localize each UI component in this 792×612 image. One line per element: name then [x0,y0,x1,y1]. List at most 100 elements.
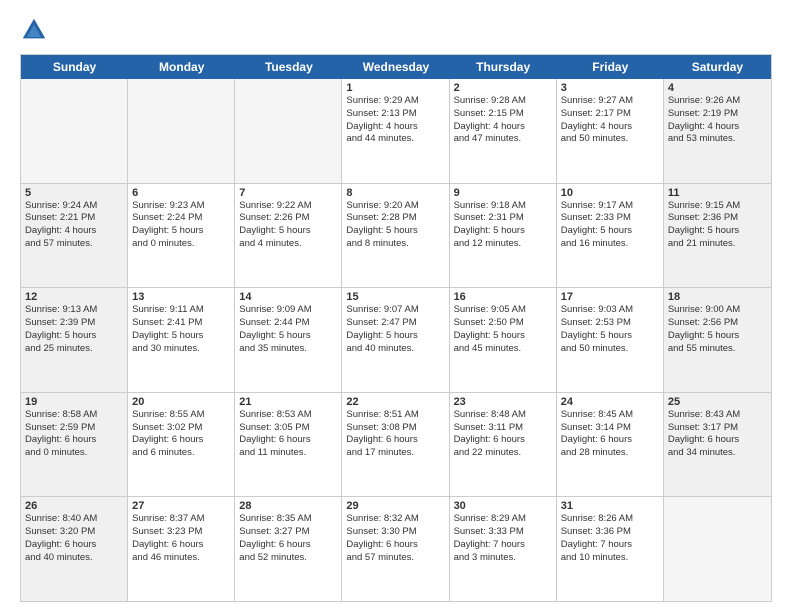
calendar-row-0: 1Sunrise: 9:29 AMSunset: 2:13 PMDaylight… [21,79,771,184]
calendar-cell-3-1: 20Sunrise: 8:55 AMSunset: 3:02 PMDayligh… [128,393,235,497]
logo-icon [20,16,48,44]
cell-line-2: Daylight: 4 hours [454,121,525,132]
cell-line-1: Sunset: 3:33 PM [454,526,524,537]
cell-line-3: and 40 minutes. [346,343,414,354]
cell-line-0: Sunrise: 8:55 AM [132,409,204,420]
cell-line-3: and 28 minutes. [561,447,629,458]
cell-line-1: Sunset: 2:44 PM [239,317,309,328]
cell-line-1: Sunset: 2:28 PM [346,212,416,223]
cell-line-1: Sunset: 2:13 PM [346,108,416,119]
cell-line-0: Sunrise: 9:13 AM [25,304,97,315]
cell-line-3: and 57 minutes. [346,552,414,563]
cell-line-0: Sunrise: 8:43 AM [668,409,740,420]
cell-content: Sunrise: 9:00 AMSunset: 2:56 PMDaylight:… [668,304,767,355]
day-number: 5 [25,187,123,199]
calendar-cell-0-1 [128,79,235,183]
cell-line-1: Sunset: 2:56 PM [668,317,738,328]
cell-line-0: Sunrise: 9:20 AM [346,200,418,211]
cell-line-1: Sunset: 3:23 PM [132,526,202,537]
logo [20,16,52,44]
cell-line-2: Daylight: 6 hours [239,539,310,550]
weekday-header-thursday: Thursday [450,55,557,79]
cell-line-3: and 50 minutes. [561,343,629,354]
cell-line-0: Sunrise: 9:24 AM [25,200,97,211]
cell-line-0: Sunrise: 9:27 AM [561,95,633,106]
day-number: 31 [561,500,659,512]
cell-line-0: Sunrise: 9:26 AM [668,95,740,106]
cell-line-1: Sunset: 2:19 PM [668,108,738,119]
cell-line-3: and 6 minutes. [132,447,194,458]
day-number: 24 [561,396,659,408]
day-number: 18 [668,291,767,303]
calendar-cell-0-6: 4Sunrise: 9:26 AMSunset: 2:19 PMDaylight… [664,79,771,183]
cell-line-3: and 22 minutes. [454,447,522,458]
calendar-cell-3-0: 19Sunrise: 8:58 AMSunset: 2:59 PMDayligh… [21,393,128,497]
cell-line-1: Sunset: 2:41 PM [132,317,202,328]
cell-line-0: Sunrise: 8:26 AM [561,513,633,524]
cell-content: Sunrise: 8:51 AMSunset: 3:08 PMDaylight:… [346,409,444,460]
cell-content: Sunrise: 8:29 AMSunset: 3:33 PMDaylight:… [454,513,552,564]
day-number: 26 [25,500,123,512]
calendar-cell-4-4: 30Sunrise: 8:29 AMSunset: 3:33 PMDayligh… [450,497,557,601]
cell-line-2: Daylight: 4 hours [668,121,739,132]
cell-content: Sunrise: 8:32 AMSunset: 3:30 PMDaylight:… [346,513,444,564]
cell-line-3: and 53 minutes. [668,133,736,144]
cell-content: Sunrise: 9:29 AMSunset: 2:13 PMDaylight:… [346,95,444,146]
calendar-cell-1-5: 10Sunrise: 9:17 AMSunset: 2:33 PMDayligh… [557,184,664,288]
day-number: 6 [132,187,230,199]
cell-line-2: Daylight: 4 hours [561,121,632,132]
calendar-cell-3-6: 25Sunrise: 8:43 AMSunset: 3:17 PMDayligh… [664,393,771,497]
cell-line-2: Daylight: 6 hours [132,539,203,550]
cell-content: Sunrise: 9:20 AMSunset: 2:28 PMDaylight:… [346,200,444,251]
day-number: 16 [454,291,552,303]
calendar: SundayMondayTuesdayWednesdayThursdayFrid… [20,54,772,602]
cell-content: Sunrise: 8:40 AMSunset: 3:20 PMDaylight:… [25,513,123,564]
cell-line-2: Daylight: 7 hours [561,539,632,550]
calendar-cell-4-3: 29Sunrise: 8:32 AMSunset: 3:30 PMDayligh… [342,497,449,601]
day-number: 17 [561,291,659,303]
day-number: 21 [239,396,337,408]
calendar-row-1: 5Sunrise: 9:24 AMSunset: 2:21 PMDaylight… [21,184,771,289]
cell-line-0: Sunrise: 8:48 AM [454,409,526,420]
cell-line-3: and 45 minutes. [454,343,522,354]
cell-line-2: Daylight: 5 hours [25,330,96,341]
cell-line-3: and 55 minutes. [668,343,736,354]
calendar-cell-2-5: 17Sunrise: 9:03 AMSunset: 2:53 PMDayligh… [557,288,664,392]
cell-content: Sunrise: 8:55 AMSunset: 3:02 PMDaylight:… [132,409,230,460]
cell-line-3: and 0 minutes. [25,447,87,458]
cell-line-1: Sunset: 2:59 PM [25,422,95,433]
cell-content: Sunrise: 8:45 AMSunset: 3:14 PMDaylight:… [561,409,659,460]
calendar-cell-3-5: 24Sunrise: 8:45 AMSunset: 3:14 PMDayligh… [557,393,664,497]
calendar-cell-0-2 [235,79,342,183]
cell-line-3: and 0 minutes. [132,238,194,249]
cell-line-0: Sunrise: 9:18 AM [454,200,526,211]
calendar-header: SundayMondayTuesdayWednesdayThursdayFrid… [21,55,771,79]
cell-line-2: Daylight: 5 hours [239,225,310,236]
calendar-cell-1-0: 5Sunrise: 9:24 AMSunset: 2:21 PMDaylight… [21,184,128,288]
cell-line-2: Daylight: 5 hours [454,330,525,341]
cell-line-3: and 50 minutes. [561,133,629,144]
cell-line-3: and 57 minutes. [25,238,93,249]
cell-line-2: Daylight: 6 hours [25,434,96,445]
cell-line-2: Daylight: 5 hours [668,225,739,236]
cell-content: Sunrise: 9:09 AMSunset: 2:44 PMDaylight:… [239,304,337,355]
cell-line-0: Sunrise: 9:11 AM [132,304,204,315]
cell-line-0: Sunrise: 8:35 AM [239,513,311,524]
cell-line-3: and 35 minutes. [239,343,307,354]
day-number: 13 [132,291,230,303]
cell-line-3: and 47 minutes. [454,133,522,144]
cell-content: Sunrise: 9:07 AMSunset: 2:47 PMDaylight:… [346,304,444,355]
day-number: 9 [454,187,552,199]
calendar-cell-0-5: 3Sunrise: 9:27 AMSunset: 2:17 PMDaylight… [557,79,664,183]
cell-line-2: Daylight: 4 hours [25,225,96,236]
cell-line-2: Daylight: 5 hours [561,225,632,236]
cell-content: Sunrise: 9:17 AMSunset: 2:33 PMDaylight:… [561,200,659,251]
header [20,16,772,44]
cell-line-3: and 10 minutes. [561,552,629,563]
cell-line-3: and 4 minutes. [239,238,301,249]
cell-content: Sunrise: 8:53 AMSunset: 3:05 PMDaylight:… [239,409,337,460]
cell-line-1: Sunset: 3:08 PM [346,422,416,433]
cell-line-0: Sunrise: 8:29 AM [454,513,526,524]
cell-line-3: and 17 minutes. [346,447,414,458]
cell-line-3: and 3 minutes. [454,552,516,563]
